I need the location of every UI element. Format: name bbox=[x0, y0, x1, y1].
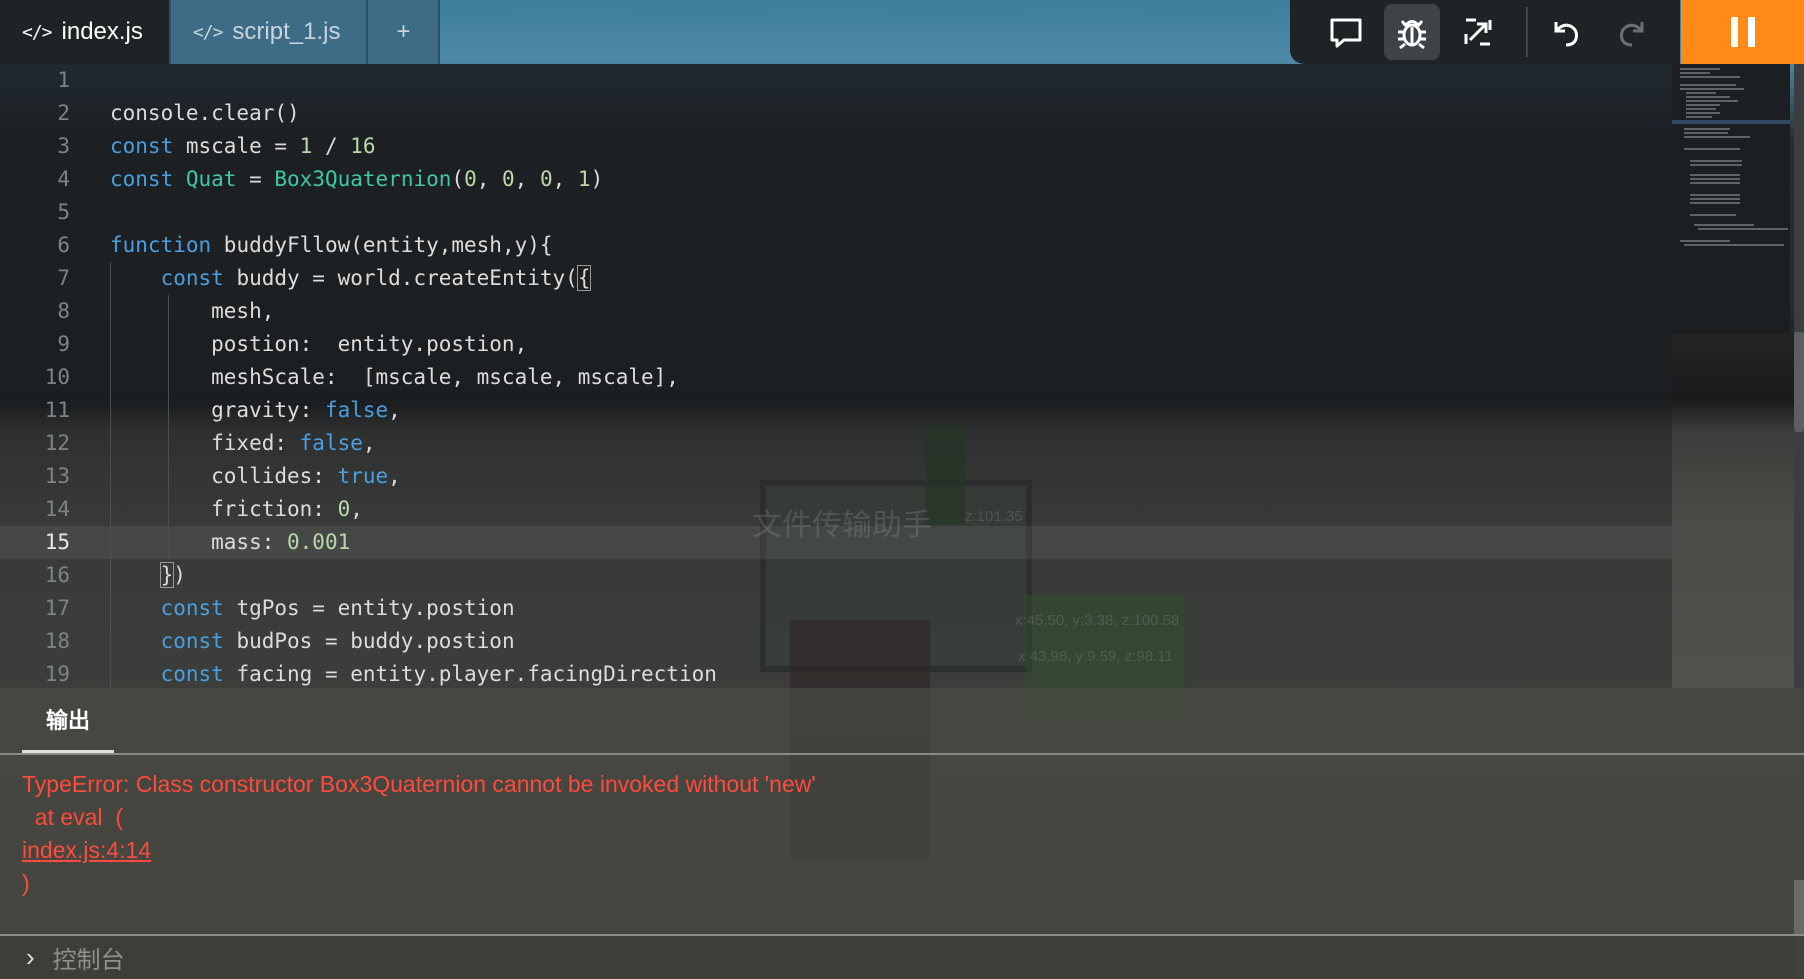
code-line-current: 15 mass: 0.001 bbox=[0, 526, 1672, 559]
code-line: 12 fixed: false, bbox=[0, 427, 1672, 460]
redo-button[interactable] bbox=[1604, 4, 1660, 60]
pause-button[interactable] bbox=[1681, 0, 1804, 64]
code-line: 19 const facing = entity.player.facingDi… bbox=[0, 658, 1672, 688]
code-text: }) bbox=[159, 562, 186, 588]
editor-toolbar bbox=[1290, 0, 1680, 64]
error-message: TypeError: Class constructor Box3Quatern… bbox=[22, 771, 816, 797]
undo-icon bbox=[1554, 22, 1578, 47]
code-line: 13 collides: true, bbox=[0, 460, 1672, 493]
error-stack-line: at eval ( bbox=[22, 804, 123, 830]
bug-icon bbox=[1398, 20, 1426, 50]
code-line: 14 friction: 0, bbox=[0, 493, 1672, 526]
code-text: postion: entity.postion, bbox=[110, 332, 528, 356]
code-text: console.clear() bbox=[110, 101, 300, 125]
line-number: 11 bbox=[44, 398, 70, 422]
code-icon: </> bbox=[192, 21, 223, 43]
code-line: 9 postion: entity.postion, bbox=[0, 328, 1672, 361]
line-number: 14 bbox=[44, 497, 70, 521]
code-line: 5 bbox=[0, 196, 1672, 229]
line-number: 4 bbox=[57, 167, 70, 191]
code-text: const tgPos = entity.postion bbox=[160, 596, 515, 620]
code-text: function buddyFllow(entity,mesh,y){ bbox=[110, 233, 553, 257]
code-line: 17 const tgPos = entity.postion bbox=[0, 592, 1672, 625]
line-number: 7 bbox=[57, 266, 70, 290]
line-number: 8 bbox=[57, 299, 70, 323]
code-text: friction: 0, bbox=[110, 497, 363, 521]
code-text: meshScale: [mscale, mscale, mscale], bbox=[110, 365, 679, 389]
output-divider bbox=[0, 753, 1804, 755]
code-line: 11 gravity: false, bbox=[0, 394, 1672, 427]
add-tab-button[interactable]: + bbox=[368, 0, 441, 64]
expand-button[interactable] bbox=[1450, 4, 1506, 60]
code-line: 1 bbox=[0, 64, 1672, 97]
code-line: 4 const Quat = Box3Quaternion(0, 0, 0, 1… bbox=[0, 163, 1672, 196]
tab-output[interactable]: 输出 bbox=[22, 688, 115, 753]
line-number: 19 bbox=[44, 662, 70, 686]
line-number: 13 bbox=[44, 464, 70, 488]
code-text: const budPos = buddy.postion bbox=[160, 629, 515, 653]
chat-icon bbox=[1330, 18, 1362, 48]
code-line: 18 const budPos = buddy.postion bbox=[0, 625, 1672, 658]
file-tab-bar: </> index.js </> script_1.js + bbox=[0, 0, 441, 64]
console-input[interactable]: 控制台 bbox=[53, 940, 125, 975]
code-text: mesh, bbox=[110, 299, 275, 323]
line-number: 16 bbox=[44, 563, 70, 587]
chevron-right-icon: › bbox=[26, 942, 35, 972]
line-number: 3 bbox=[57, 134, 70, 158]
pause-icon bbox=[1726, 17, 1760, 47]
code-line: 16 }) bbox=[0, 559, 1672, 592]
redo-icon bbox=[1620, 22, 1644, 47]
tab-script-1-js[interactable]: </> script_1.js bbox=[170, 0, 369, 64]
code-text: const facing = entity.player.facingDirec… bbox=[160, 662, 717, 686]
editor-scrollbar-thumb[interactable] bbox=[1794, 332, 1804, 432]
line-number: 17 bbox=[44, 596, 70, 620]
code-text: fixed: false, bbox=[110, 431, 376, 455]
code-text: gravity: false, bbox=[110, 398, 401, 422]
code-line: 7 const buddy = world.createEntity({ bbox=[0, 262, 1672, 295]
code-line: 3 const mscale = 1 / 16 bbox=[0, 130, 1672, 163]
line-number: 6 bbox=[57, 233, 70, 257]
code-line: 10 meshScale: [mscale, mscale, mscale], bbox=[0, 361, 1672, 394]
code-text: mass: 0.001 bbox=[110, 530, 351, 554]
editor-scrollbar[interactable] bbox=[1794, 64, 1804, 688]
code-icon: </> bbox=[22, 21, 52, 43]
line-number: 12 bbox=[44, 431, 70, 455]
line-number: 2 bbox=[57, 101, 70, 125]
line-number: 5 bbox=[57, 200, 70, 224]
undo-button[interactable] bbox=[1538, 4, 1594, 60]
code-line: 6 function buddyFllow(entity,mesh,y){ bbox=[0, 229, 1672, 262]
tab-label: script_1.js bbox=[232, 18, 341, 45]
chat-button[interactable] bbox=[1318, 4, 1374, 60]
line-number: 1 bbox=[57, 68, 70, 92]
code-text: collides: true, bbox=[110, 464, 401, 488]
error-stack-close: ) bbox=[22, 870, 30, 896]
error-source-link[interactable]: index.js:4:14 bbox=[22, 834, 151, 867]
code-editor[interactable]: 1 2 console.clear() 3 const mscale = 1 /… bbox=[0, 64, 1672, 688]
line-number: 9 bbox=[57, 332, 70, 356]
tab-index-js[interactable]: </> index.js bbox=[0, 0, 171, 64]
line-number: 15 bbox=[44, 530, 70, 554]
code-line: 2 console.clear() bbox=[0, 97, 1672, 130]
debug-button[interactable] bbox=[1384, 4, 1440, 60]
line-number: 10 bbox=[44, 365, 70, 389]
console-input-bar[interactable]: › 控制台 bbox=[0, 934, 1804, 979]
code-text: const buddy = world.createEntity({ bbox=[160, 265, 592, 291]
toolbar-separator bbox=[1526, 7, 1528, 57]
output-panel: 输出 TypeError: Class constructor Box3Quat… bbox=[0, 688, 1804, 934]
tab-label: index.js bbox=[61, 18, 143, 45]
expand-icon bbox=[1464, 18, 1492, 46]
line-number: 18 bbox=[44, 629, 70, 653]
code-minimap[interactable] bbox=[1672, 64, 1790, 334]
code-line: 8 mesh, bbox=[0, 295, 1672, 328]
code-text: const mscale = 1 / 16 bbox=[110, 134, 376, 158]
code-text: const Quat = Box3Quaternion(0, 0, 0, 1) bbox=[110, 167, 604, 191]
